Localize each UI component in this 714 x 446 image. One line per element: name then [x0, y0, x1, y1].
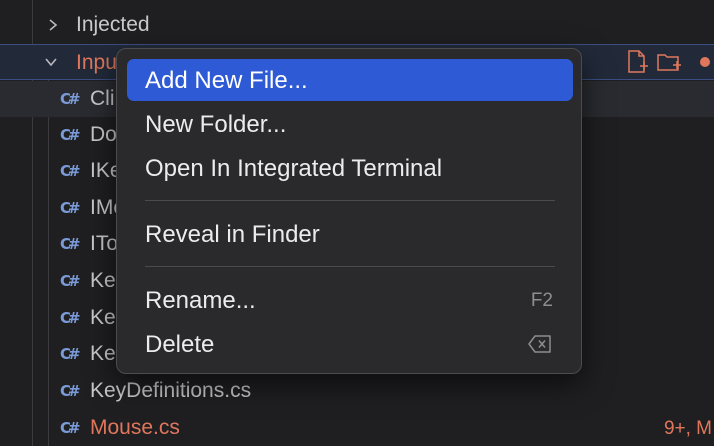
new-folder-icon[interactable]: [656, 49, 682, 75]
file-label: Cli: [90, 87, 115, 110]
menu-item-delete[interactable]: Delete: [127, 323, 573, 365]
csharp-file-icon: C#: [60, 90, 81, 108]
new-file-icon[interactable]: [624, 49, 650, 75]
tree-folder-injected[interactable]: Injected: [0, 7, 714, 43]
menu-separator: [145, 200, 555, 201]
menu-item-add-new-file[interactable]: Add New File...: [127, 59, 573, 101]
csharp-file-icon: C#: [60, 309, 81, 327]
chevron-right-icon: [46, 18, 60, 32]
menu-item-label: Add New File...: [145, 67, 308, 94]
file-label: KeyDefinitions.cs: [90, 379, 252, 402]
file-label: Mouse.cs: [90, 416, 180, 439]
context-menu: Add New File... New Folder... Open In In…: [116, 48, 582, 374]
menu-item-new-folder[interactable]: New Folder...: [127, 103, 573, 145]
shortcut-label: F2: [530, 290, 553, 311]
csharp-file-icon: C#: [60, 235, 81, 253]
csharp-file-icon: C#: [60, 162, 81, 180]
menu-separator: [145, 266, 555, 267]
csharp-file-icon: C#: [60, 126, 81, 144]
menu-item-label: Open In Integrated Terminal: [145, 155, 443, 182]
git-status-badge: 9+, M: [663, 418, 712, 439]
delete-key-icon: [527, 333, 553, 355]
menu-item-rename[interactable]: Rename... F2: [127, 279, 573, 321]
folder-label: Injected: [76, 13, 150, 36]
tree-file[interactable]: C# KeyDefinitions.cs: [0, 373, 714, 409]
file-label: Ke: [90, 306, 116, 329]
tree-file[interactable]: C# Mouse.cs 9+, M: [0, 410, 714, 446]
file-label: Ke: [90, 342, 116, 365]
menu-item-label: Rename...: [145, 287, 256, 314]
chevron-down-icon: [44, 55, 58, 69]
menu-item-reveal-in-finder[interactable]: Reveal in Finder: [127, 213, 573, 255]
csharp-file-icon: C#: [60, 419, 81, 437]
csharp-file-icon: C#: [60, 272, 81, 290]
menu-item-label: Reveal in Finder: [145, 221, 320, 248]
file-label: Ke: [90, 269, 116, 292]
menu-item-open-terminal[interactable]: Open In Integrated Terminal: [127, 147, 573, 189]
file-label: ITo: [90, 232, 119, 255]
csharp-file-icon: C#: [60, 345, 81, 363]
menu-item-label: New Folder...: [145, 111, 287, 138]
file-label: Do: [90, 123, 117, 146]
modified-dot: [700, 57, 710, 67]
csharp-file-icon: C#: [60, 382, 81, 400]
csharp-file-icon: C#: [60, 199, 81, 217]
menu-item-label: Delete: [145, 331, 215, 358]
